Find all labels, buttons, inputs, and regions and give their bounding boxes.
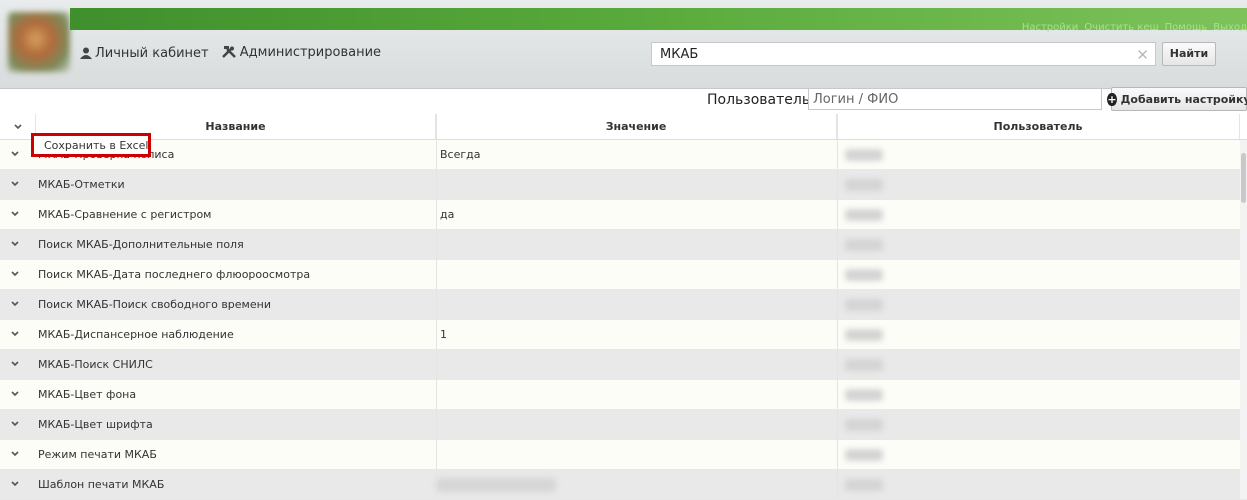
clear-cache-link[interactable]: Очистить кеш [1084, 22, 1158, 33]
row-value: Всегда [440, 148, 481, 161]
row-user-redacted [845, 419, 883, 431]
row-value: 1 [440, 328, 447, 341]
add-setting-button[interactable]: + Добавить настройку [1107, 87, 1247, 111]
row-user-redacted [845, 179, 883, 191]
table-row[interactable]: Режим печати МКАБ [0, 440, 1247, 470]
row-value [440, 260, 835, 290]
chevron-down-icon[interactable] [10, 449, 20, 459]
table-row[interactable]: МКАБ-Диспансерное наблюдение 1 [0, 320, 1247, 350]
column-divider [436, 114, 437, 499]
search-box: ✕ [651, 42, 1156, 66]
chevron-down-icon[interactable] [10, 149, 20, 159]
app-logo [8, 12, 70, 72]
nav-administration[interactable]: Администрирование [221, 45, 381, 60]
logout-link[interactable]: Выход [1213, 22, 1247, 33]
nav-personal-cabinet[interactable]: Личный кабинет [80, 46, 209, 61]
row-value-redacted [436, 478, 556, 492]
clear-search-icon[interactable]: ✕ [1136, 46, 1149, 64]
search-button[interactable]: Найти [1162, 42, 1216, 66]
plus-circle-icon: + [1107, 92, 1117, 106]
user-filter-label: Пользователь: [707, 92, 815, 108]
row-user-redacted [845, 149, 883, 161]
row-value [440, 410, 835, 440]
row-user-redacted [845, 299, 883, 311]
chevron-down-icon[interactable] [10, 329, 20, 339]
row-name: Поиск МКАБ-Поиск свободного времени [38, 298, 271, 311]
chevron-down-icon[interactable] [10, 299, 20, 309]
main-nav: Личный кабинет Администрирование [80, 45, 389, 63]
tools-icon [221, 46, 236, 58]
settings-table-body: МКАБ-Проверка полиса Всегда МКАБ-Отметки… [0, 140, 1247, 500]
row-value [440, 170, 835, 200]
row-user-redacted [845, 449, 883, 461]
table-row[interactable]: МКАБ-Цвет шрифта [0, 410, 1247, 440]
row-name: МКАБ-Диспансерное наблюдение [38, 328, 234, 341]
settings-link[interactable]: Настройки [1022, 22, 1078, 33]
save-excel-label: Сохранить в Excel [44, 138, 149, 152]
column-user-header[interactable]: Пользователь [837, 114, 1240, 139]
row-user-redacted [845, 389, 883, 401]
chevron-down-icon[interactable] [10, 389, 20, 399]
row-user-redacted [845, 359, 883, 371]
row-user-redacted [845, 479, 883, 491]
row-name: МКАБ-Цвет фона [38, 388, 137, 401]
table-row[interactable]: МКАБ-Проверка полиса Всегда [0, 140, 1247, 170]
row-user-redacted [845, 329, 883, 341]
chevron-down-icon[interactable] [10, 419, 20, 429]
column-value-header[interactable]: Значение [436, 114, 837, 139]
row-name: Шаблон печати МКАБ [38, 478, 165, 491]
row-value [440, 230, 835, 260]
table-row[interactable]: МКАБ-Поиск СНИЛС [0, 350, 1247, 380]
row-name: Поиск МКАБ-Дата последнего флюороосмотра [38, 268, 311, 281]
row-name: МКАБ-Поиск СНИЛС [38, 358, 153, 371]
table-row[interactable]: Поиск МКАБ-Поиск свободного времени [0, 290, 1247, 320]
scrollbar-thumb[interactable] [1241, 153, 1246, 203]
add-setting-label: Добавить настройку [1120, 92, 1247, 106]
row-user-redacted [845, 269, 883, 281]
user-filter-input[interactable] [808, 88, 1102, 110]
nav-administration-label: Администрирование [239, 45, 382, 60]
app-header: Настройки Очистить кеш Помощь Выход Личный … [0, 0, 1247, 89]
chevron-down-icon[interactable] [10, 479, 20, 489]
row-user-redacted [845, 209, 883, 221]
table-row[interactable]: МКАБ-Сравнение с регистром да [0, 200, 1247, 230]
row-name: Режим печати МКАБ [38, 448, 157, 461]
help-link[interactable]: Помощь [1165, 22, 1208, 33]
save-excel-menu-item[interactable]: Сохранить в Excel [31, 133, 151, 157]
row-value [440, 350, 835, 380]
row-name: Поиск МКАБ-Дополнительные поля [38, 238, 244, 251]
chevron-down-icon[interactable] [10, 359, 20, 369]
header-links: Настройки Очистить кеш Помощь Выход [1016, 22, 1247, 33]
row-value [440, 290, 835, 320]
table-row[interactable]: Шаблон печати МКАБ [0, 470, 1247, 500]
nav-personal-cabinet-label: Личный кабинет [95, 45, 209, 61]
row-value: да [440, 208, 455, 221]
row-user-redacted [845, 239, 883, 251]
column-divider [837, 114, 838, 499]
row-name: МКАБ-Цвет шрифта [38, 418, 153, 431]
table-row[interactable]: МКАБ-Цвет фона [0, 380, 1247, 410]
chevron-down-icon[interactable] [10, 239, 20, 249]
chevron-down-icon [13, 124, 22, 130]
search-input[interactable] [652, 43, 1138, 65]
chevron-down-icon[interactable] [10, 179, 20, 189]
row-name: МКАБ-Сравнение с регистром [38, 208, 212, 221]
chevron-down-icon[interactable] [10, 209, 20, 219]
row-name: МКАБ-Отметки [38, 178, 125, 191]
row-value [440, 440, 835, 470]
chevron-down-icon[interactable] [10, 269, 20, 279]
table-row[interactable]: МКАБ-Отметки [0, 170, 1247, 200]
table-header: Название Значение Пользователь [0, 114, 1247, 140]
user-icon [80, 47, 92, 59]
row-value [440, 380, 835, 410]
table-row[interactable]: Поиск МКАБ-Дата последнего флюороосмотра [0, 260, 1247, 290]
table-row[interactable]: Поиск МКАБ-Дополнительные поля [0, 230, 1247, 260]
